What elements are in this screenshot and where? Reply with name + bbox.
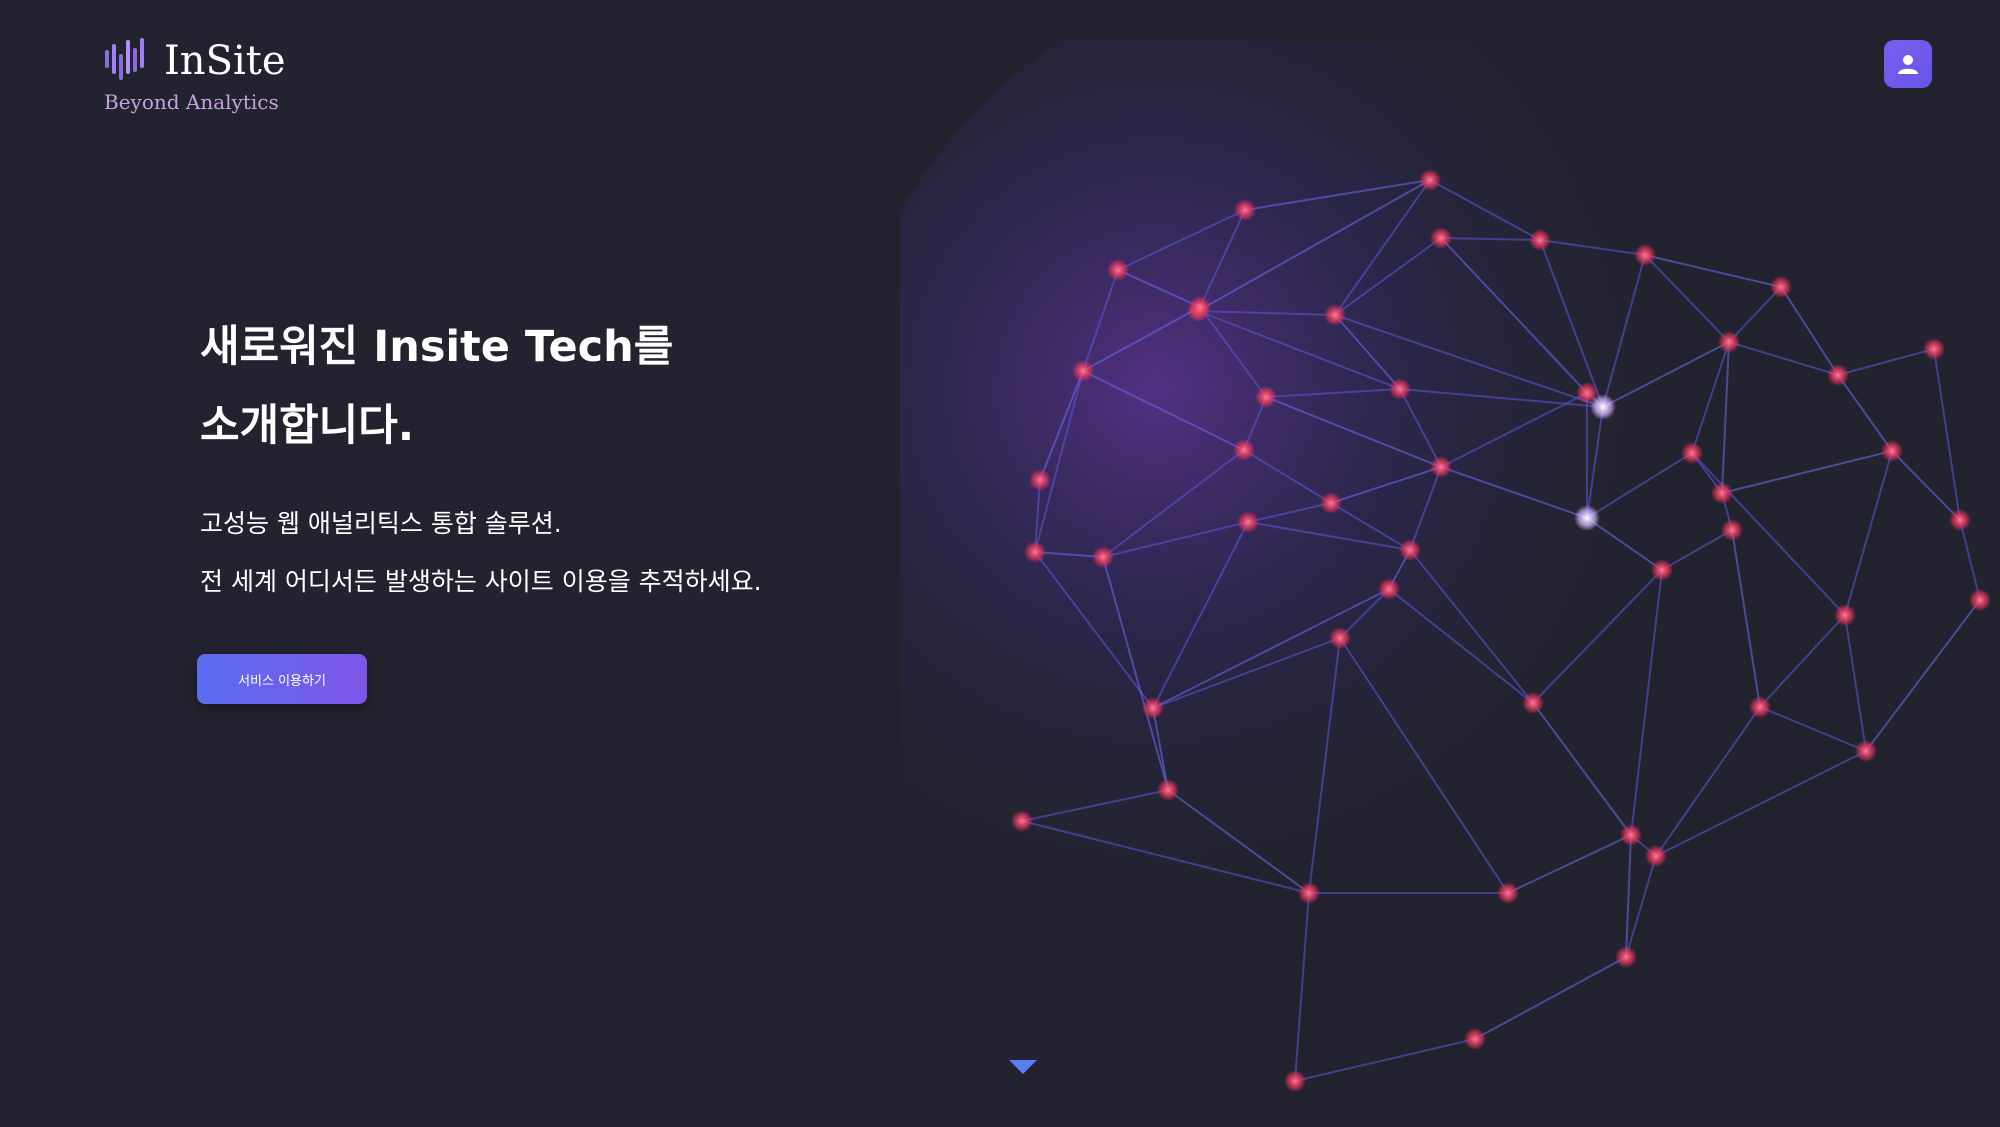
network-node [1529, 229, 1551, 251]
description-line-2: 전 세계 어디서든 발생하는 사이트 이용을 추적하세요. [200, 567, 762, 596]
landing-page: InSite Beyond Analytics 새로워진 Insite Tech… [0, 0, 2000, 1127]
network-node [1574, 505, 1600, 531]
headline-line-1: 새로워진 Insite Tech를 [200, 322, 674, 372]
network-node [1419, 169, 1441, 191]
network-node [1590, 394, 1616, 420]
network-node [1430, 456, 1452, 478]
network-globe-graphic [900, 40, 1991, 1092]
network-node [1827, 364, 1849, 386]
network-node [1142, 697, 1164, 719]
network-node [1645, 845, 1667, 867]
network-node [1233, 439, 1255, 461]
hero-headline: 새로워진 Insite Tech를 소개합니다. [200, 308, 673, 466]
network-node [1949, 509, 1971, 531]
network-node [1651, 559, 1673, 581]
network-node [1234, 199, 1256, 221]
brand-tagline: Beyond Analytics [104, 90, 279, 114]
logo-row: InSite [104, 36, 286, 86]
network-node [1718, 331, 1740, 353]
network-node [1378, 578, 1400, 600]
description-line-1: 고성능 웹 애널리틱스 통합 솔루션. [200, 509, 562, 538]
user-icon [1898, 55, 1918, 74]
network-node [1620, 824, 1642, 846]
profile-button[interactable] [1884, 40, 1932, 88]
network-node [1721, 519, 1743, 541]
network-node [1284, 1070, 1306, 1092]
network-node [1399, 539, 1421, 561]
network-node [1681, 442, 1703, 464]
brand-name: InSite [164, 38, 286, 84]
network-node [1298, 882, 1320, 904]
network-node [1497, 882, 1519, 904]
network-node [1029, 469, 1051, 491]
network-edge [1959, 519, 1981, 601]
network-node [1072, 360, 1094, 382]
network-node [1237, 511, 1259, 533]
network-node [1255, 386, 1277, 408]
network-node [1189, 296, 1211, 318]
network-node [1855, 740, 1877, 762]
network-node [1711, 482, 1733, 504]
network-node [1881, 440, 1903, 462]
network-node [1324, 304, 1346, 326]
network-node [1634, 244, 1656, 266]
network-node [1329, 627, 1351, 649]
headline-line-2: 소개합니다. [200, 401, 415, 451]
network-node [1770, 276, 1792, 298]
hero-description: 고성능 웹 애널리틱스 통합 솔루션. 전 세계 어디서든 발생하는 사이트 이… [200, 495, 762, 611]
network-node [1320, 492, 1342, 514]
network-node [1749, 696, 1771, 718]
network-node [1430, 227, 1452, 249]
network-node [1107, 259, 1129, 281]
network-node [1923, 338, 1945, 360]
triangle-down-icon[interactable] [1009, 1060, 1037, 1076]
network-node [1157, 779, 1179, 801]
network-node [1834, 604, 1856, 626]
network-node [1011, 810, 1033, 832]
network-node [1522, 692, 1544, 714]
bar-wave-logo-icon [105, 38, 144, 80]
brand-logo[interactable]: InSite Beyond Analytics [104, 36, 286, 114]
network-node [1969, 589, 1991, 611]
network-node [1615, 946, 1637, 968]
network-node [1389, 378, 1411, 400]
network-node [1464, 1028, 1486, 1050]
start-service-button[interactable]: 서비스 이용하기 [197, 654, 367, 704]
network-node [1092, 546, 1114, 568]
network-node [1024, 541, 1046, 563]
